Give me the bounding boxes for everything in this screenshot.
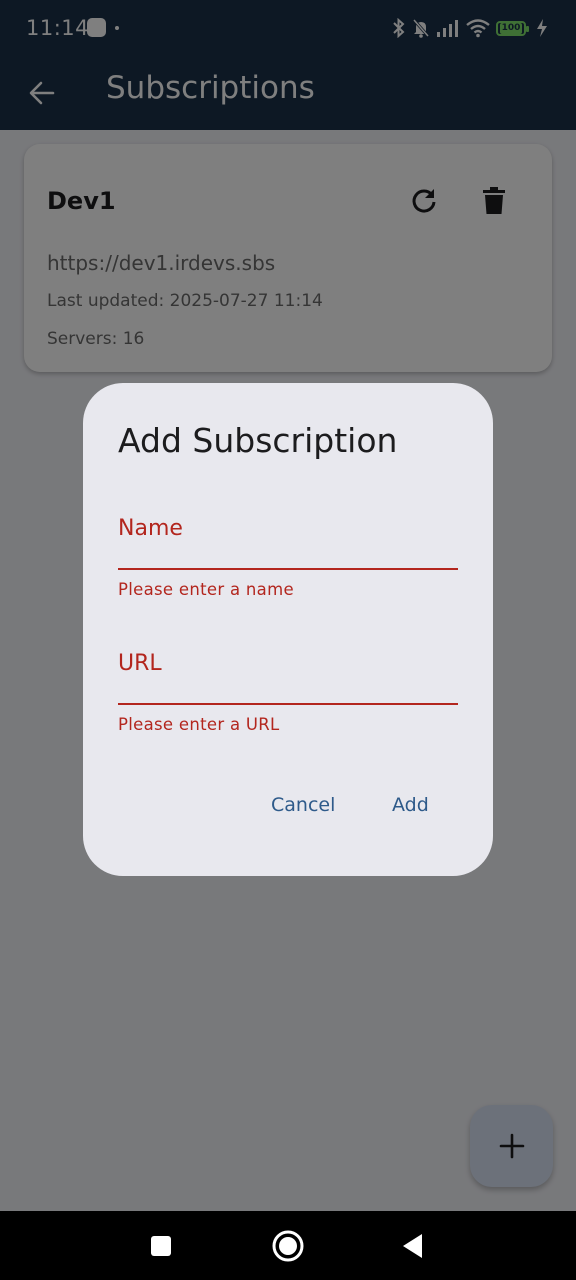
cancel-button[interactable]: Cancel xyxy=(271,790,335,820)
system-back-button[interactable] xyxy=(395,1228,431,1264)
url-field-underline xyxy=(118,703,458,705)
square-icon xyxy=(151,1236,171,1256)
home-button[interactable] xyxy=(270,1228,306,1264)
url-input[interactable] xyxy=(118,651,458,703)
name-input[interactable] xyxy=(118,516,458,568)
add-button[interactable]: Add xyxy=(392,790,429,820)
circle-icon xyxy=(272,1230,304,1262)
dialog-title: Add Subscription xyxy=(118,421,398,460)
name-error-text: Please enter a name xyxy=(118,580,294,599)
triangle-icon xyxy=(403,1234,422,1258)
add-subscription-dialog: Add Subscription Name Please enter a nam… xyxy=(83,383,493,876)
system-nav-bar xyxy=(0,1211,576,1280)
name-field-underline xyxy=(118,568,458,570)
url-error-text: Please enter a URL xyxy=(118,715,280,734)
recents-button[interactable] xyxy=(143,1228,179,1264)
